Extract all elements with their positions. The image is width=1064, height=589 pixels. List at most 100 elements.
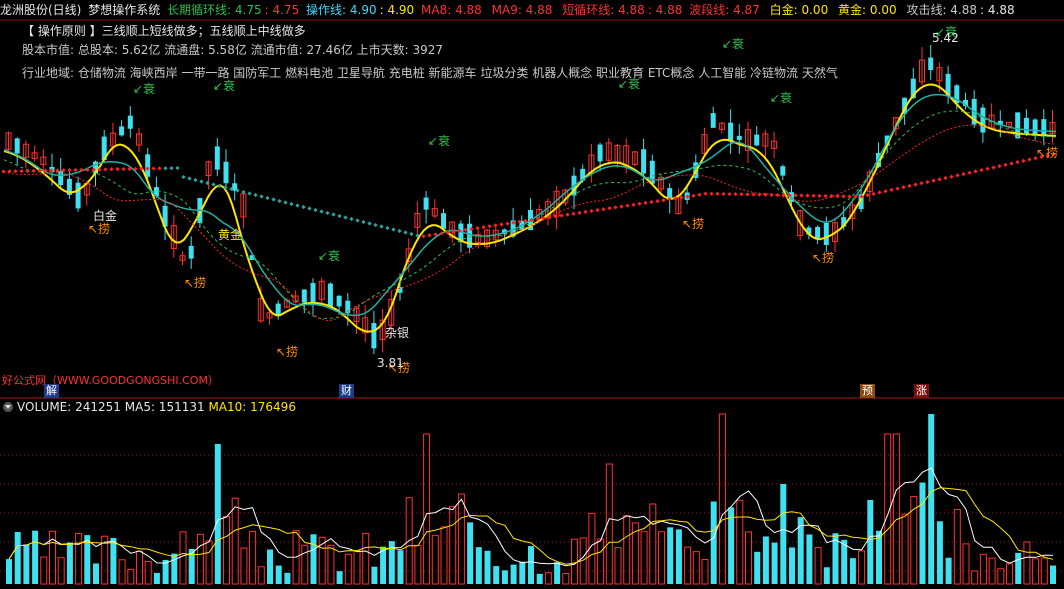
- long-cycle-dot: [349, 216, 354, 222]
- candle-body: [371, 323, 377, 349]
- event-marker-unlock[interactable]: 解: [44, 384, 59, 398]
- event-marker-finance[interactable]: 财: [339, 384, 354, 398]
- candle-body: [214, 146, 220, 170]
- long-cycle-dot: [421, 234, 426, 239]
- long-cycle-dot: [193, 177, 198, 183]
- candle-body: [336, 295, 342, 307]
- long-cycle-dot: [949, 174, 954, 179]
- long-cycle-dot: [187, 176, 192, 181]
- volume-bar: [371, 566, 378, 584]
- volume-bar: [528, 546, 534, 584]
- long-cycle-dot: [889, 187, 894, 193]
- candle-body: [301, 289, 307, 303]
- long-cycle-dot: [799, 193, 804, 198]
- candle-body: [1041, 119, 1047, 136]
- candle-body: [145, 154, 151, 177]
- long-cycle-dot: [925, 179, 930, 185]
- long-cycle-dot: [463, 227, 468, 233]
- long-cycle-dot: [757, 192, 762, 197]
- long-cycle-dot: [295, 203, 300, 208]
- chevron-down-icon[interactable]: [3, 401, 13, 412]
- long-cycle-dot: [775, 192, 780, 198]
- volume-bar: [301, 544, 309, 585]
- volume-bar: [40, 556, 48, 585]
- volume-bar: [249, 530, 257, 585]
- long-cycle-dot: [631, 202, 636, 207]
- annotation-yellow-gold: 黄金: [218, 228, 243, 242]
- volume-bar: [710, 501, 717, 584]
- event-marker-rise[interactable]: 涨: [914, 384, 929, 398]
- long-cycle-dot: [175, 165, 180, 171]
- annotation-low-price: 3.81: [377, 356, 404, 370]
- long-cycle-dot: [727, 191, 732, 197]
- long-cycle-dot: [163, 166, 168, 171]
- annotation-white-gold: 白金: [93, 209, 118, 223]
- long-cycle-dot: [115, 167, 120, 172]
- candle-body: [736, 135, 742, 140]
- long-cycle-dot: [697, 192, 702, 197]
- long-cycle-dot: [427, 233, 432, 238]
- long-cycle-dot: [589, 208, 594, 214]
- volume-bar: [762, 536, 769, 584]
- kline-chart[interactable]: ↙衰 ↙衰↙衰↙衰↙衰↙衰↙衰↙衰↖捞↖捞↖捞↖捞↖捞↖捞↖捞: [0, 0, 1064, 589]
- long-cycle-dot: [847, 194, 852, 199]
- long-cycle-dot: [895, 186, 900, 191]
- long-cycle-dot: [253, 192, 258, 198]
- long-cycle-dot: [289, 201, 294, 207]
- long-cycle-dot: [595, 207, 600, 213]
- long-cycle-dot: [943, 175, 948, 181]
- long-cycle-dot: [733, 192, 738, 197]
- volume-bar: [971, 570, 979, 585]
- long-cycle-dot: [973, 169, 978, 174]
- candle-body: [1023, 117, 1029, 135]
- volume-bar: [284, 572, 291, 584]
- long-cycle-dot: [835, 194, 840, 199]
- volume-bar: [562, 572, 570, 585]
- long-cycle-dot: [997, 164, 1002, 169]
- volume-bar: [510, 564, 517, 584]
- candle-body: [641, 149, 647, 174]
- volume-bar: [144, 560, 152, 585]
- volume-bar: [171, 553, 178, 584]
- long-cycle-dot: [151, 166, 156, 171]
- volume-bar: [736, 499, 744, 585]
- volume-bar: [14, 531, 21, 584]
- candle-body: [597, 144, 603, 162]
- long-cycle-dot: [721, 191, 726, 197]
- long-cycle-dot: [505, 221, 510, 226]
- volume-bar: [136, 550, 143, 585]
- volume-bar: [397, 550, 404, 584]
- long-cycle-dot: [13, 169, 18, 174]
- long-cycle-dot: [361, 219, 366, 225]
- annotation-mixed-silver: 杂银: [385, 326, 410, 340]
- long-cycle-dot: [265, 195, 270, 201]
- candle-body: [75, 182, 81, 209]
- long-cycle-dot: [649, 199, 654, 205]
- rebound-marker: ↖捞: [812, 251, 834, 265]
- rebound-marker: ↖捞: [682, 217, 704, 231]
- volume-bar: [867, 499, 874, 584]
- long-cycle-dot: [643, 200, 648, 206]
- long-cycle-dot: [301, 204, 306, 210]
- long-cycle-dot: [499, 222, 504, 227]
- event-marker-forecast[interactable]: 预: [860, 384, 875, 398]
- long-cycle-dot: [403, 230, 408, 235]
- volume-bar: [1032, 558, 1040, 585]
- long-cycle-dot: [607, 206, 612, 211]
- volume-bar: [649, 503, 657, 585]
- candle-body: [754, 134, 760, 146]
- volume-bar: [1006, 563, 1013, 585]
- volume-bar: [414, 544, 422, 585]
- long-cycle-dot: [367, 221, 372, 226]
- decline-marker: ↙衰: [318, 248, 340, 263]
- long-cycle-dot: [565, 212, 570, 217]
- long-cycle-dot: [601, 207, 606, 212]
- long-cycle-dot: [31, 168, 36, 173]
- long-cycle-dot: [1009, 161, 1014, 166]
- volume-bar: [667, 527, 674, 584]
- volume-bar: [275, 565, 282, 584]
- volume-bar: [449, 505, 457, 585]
- volume-bar: [66, 542, 73, 584]
- volume-bar: [223, 515, 230, 585]
- volume-bar: [728, 507, 735, 584]
